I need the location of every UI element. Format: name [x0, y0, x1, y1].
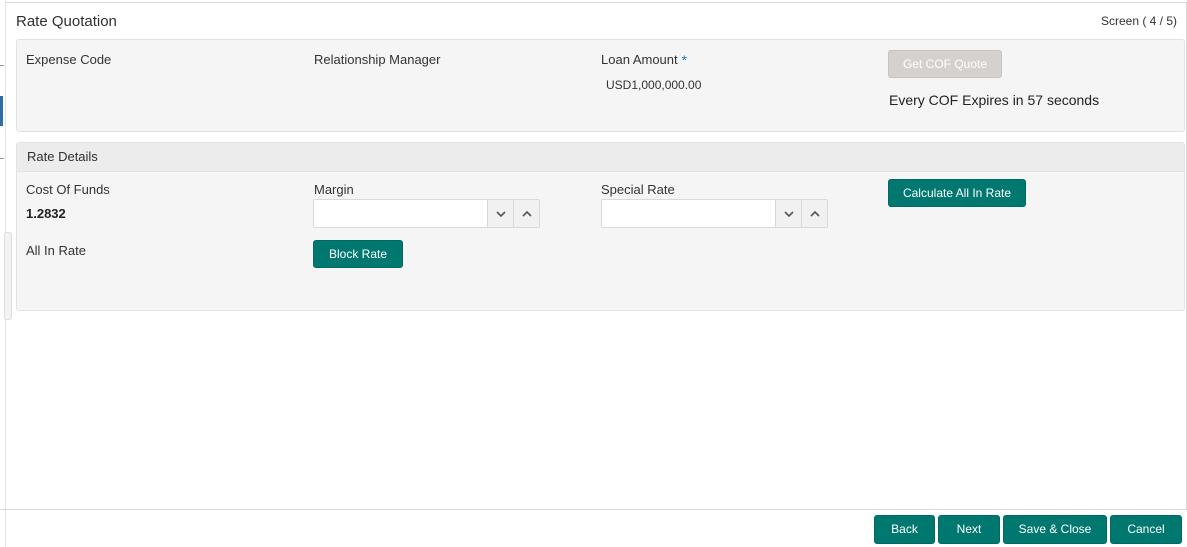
cost-of-funds-label: Cost Of Funds — [26, 182, 110, 197]
margin-label: Margin — [314, 182, 354, 197]
expense-code-label: Expense Code — [26, 52, 112, 67]
margin-increment-button[interactable] — [513, 200, 539, 227]
rail-active-marker — [0, 96, 3, 126]
save-and-close-button[interactable]: Save & Close — [1003, 515, 1107, 544]
footer-divider — [0, 509, 1187, 510]
rail-tick — [0, 158, 4, 159]
page-title: Rate Quotation — [16, 13, 117, 30]
back-button[interactable]: Back — [874, 515, 935, 544]
relationship-manager-label: Relationship Manager — [314, 52, 441, 67]
loan-amount-label-text: Loan Amount — [601, 52, 678, 67]
screen-indicator: Screen ( 4 / 5) — [1100, 14, 1177, 28]
chevron-up-icon — [809, 210, 820, 217]
margin-input[interactable] — [314, 200, 487, 227]
calculate-all-in-rate-button[interactable]: Calculate All In Rate — [888, 179, 1026, 207]
chevron-down-icon — [495, 210, 506, 217]
special-rate-decrement-button[interactable] — [775, 200, 801, 227]
get-cof-quote-button[interactable]: Get COF Quote — [888, 50, 1002, 78]
block-rate-button[interactable]: Block Rate — [313, 240, 403, 268]
cost-of-funds-value: 1.2832 — [26, 206, 66, 221]
special-rate-increment-button[interactable] — [801, 200, 827, 227]
loan-amount-label: Loan Amount * — [601, 52, 687, 68]
rate-details-panel: Rate Details Cost Of Funds 1.2832 Margin… — [16, 142, 1185, 311]
cancel-button[interactable]: Cancel — [1110, 515, 1182, 544]
margin-stepper — [313, 199, 540, 228]
special-rate-label: Special Rate — [601, 182, 675, 197]
cof-expiry-text: Every COF Expires in 57 seconds — [889, 92, 1100, 108]
chevron-up-icon — [521, 210, 532, 217]
quote-panel: Expense Code Relationship Manager Loan A… — [16, 39, 1185, 132]
special-rate-stepper — [601, 199, 828, 228]
loan-amount-value: USD1,000,000.00 — [606, 78, 702, 92]
chevron-down-icon — [783, 210, 794, 217]
next-button[interactable]: Next — [938, 515, 1000, 544]
all-in-rate-label: All In Rate — [26, 243, 86, 258]
special-rate-input[interactable] — [602, 200, 775, 227]
rate-details-title: Rate Details — [17, 143, 1184, 172]
required-marker: * — [681, 52, 688, 68]
margin-decrement-button[interactable] — [487, 200, 513, 227]
rail-tick — [0, 65, 4, 66]
